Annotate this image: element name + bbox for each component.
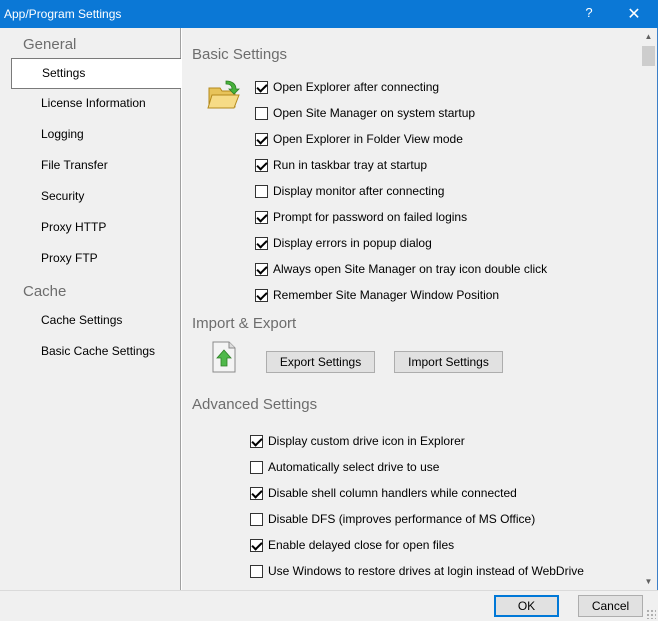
option-run-in-taskbar-tray[interactable]: Run in taskbar tray at startup (255, 157, 427, 173)
checkbox[interactable] (255, 106, 268, 120)
option-prompt-for-password[interactable]: Prompt for password on failed logins (255, 209, 467, 225)
sidebar-item-cache-settings[interactable]: Cache Settings (11, 306, 181, 337)
scroll-up-arrow-icon[interactable]: ▲ (640, 28, 657, 45)
option-label: Use Windows to restore drives at login i… (268, 564, 584, 578)
import-export-heading: Import & Export (192, 315, 297, 332)
export-settings-button[interactable]: Export Settings (266, 351, 375, 373)
resize-grip-icon[interactable] (646, 609, 656, 619)
sidebar-group-cache: Cache (23, 283, 67, 300)
sidebar-item-label: Proxy HTTP (41, 220, 107, 234)
sidebar-item-logging[interactable]: Logging (11, 120, 181, 151)
option-label: Display custom drive icon in Explorer (268, 434, 465, 448)
option-open-site-manager-on-tray-double-click[interactable]: Always open Site Manager on tray icon do… (255, 261, 547, 277)
sidebar-item-proxy-ftp[interactable]: Proxy FTP (11, 244, 181, 275)
export-file-icon (210, 341, 238, 373)
sidebar-item-security[interactable]: Security (11, 182, 181, 213)
option-label: Open Site Manager on system startup (273, 106, 476, 120)
sidebar-item-label: File Transfer (41, 158, 108, 172)
option-label: Display errors in popup dialog (273, 236, 432, 250)
checkbox[interactable] (255, 210, 268, 224)
option-label: Disable DFS (improves performance of MS … (268, 512, 536, 526)
import-settings-button[interactable]: Import Settings (394, 351, 503, 373)
option-label: Disable shell column handlers while conn… (268, 486, 517, 500)
checkbox[interactable] (255, 236, 268, 250)
sidebar: General Settings License Information Log… (0, 28, 181, 590)
option-display-monitor-after-connecting[interactable]: Display monitor after connecting (255, 183, 444, 199)
ok-button[interactable]: OK (494, 595, 559, 617)
option-remember-site-manager-position[interactable]: Remember Site Manager Window Position (255, 287, 499, 303)
option-label: Run in taskbar tray at startup (273, 158, 428, 172)
option-open-site-manager-on-startup[interactable]: Open Site Manager on system startup (255, 105, 475, 121)
option-label: Automatically select drive to use (268, 460, 440, 474)
sidebar-item-settings[interactable]: Settings (11, 58, 181, 89)
sidebar-group-general: General (23, 36, 77, 53)
cancel-button[interactable]: Cancel (578, 595, 643, 617)
option-display-custom-drive-icon[interactable]: Display custom drive icon in Explorer (250, 433, 465, 449)
settings-panel: Basic Settings Open Explorer after conne… (182, 28, 640, 590)
checkbox[interactable] (250, 538, 263, 552)
title-bar: App/Program Settings ? ✕ (0, 0, 658, 28)
option-display-errors-popup[interactable]: Display errors in popup dialog (255, 235, 432, 251)
checkbox[interactable] (255, 80, 268, 94)
checkbox[interactable] (250, 486, 263, 500)
checkbox[interactable] (250, 460, 263, 474)
dialog-footer: OK Cancel (0, 590, 658, 621)
option-disable-dfs[interactable]: Disable DFS (improves performance of MS … (250, 511, 535, 527)
checkbox[interactable] (255, 288, 268, 302)
vertical-scrollbar[interactable]: ▲ ▼ (640, 28, 657, 590)
checkbox[interactable] (255, 158, 268, 172)
checkbox[interactable] (255, 184, 268, 198)
sidebar-item-label: Proxy FTP (41, 251, 98, 265)
advanced-settings-heading: Advanced Settings (192, 396, 318, 413)
option-label: Open Explorer after connecting (273, 80, 440, 94)
sidebar-item-file-transfer[interactable]: File Transfer (11, 151, 181, 182)
option-disable-shell-column-handlers[interactable]: Disable shell column handlers while conn… (250, 485, 517, 501)
option-open-explorer-after-connecting[interactable]: Open Explorer after connecting (255, 79, 439, 95)
open-folder-icon (206, 78, 240, 112)
sidebar-item-proxy-http[interactable]: Proxy HTTP (11, 213, 181, 244)
sidebar-item-label: License Information (41, 96, 146, 110)
help-button[interactable]: ? (581, 5, 597, 23)
sidebar-item-label: Logging (41, 127, 84, 141)
checkbox[interactable] (250, 434, 263, 448)
sidebar-item-label: Basic Cache Settings (41, 344, 156, 358)
sidebar-item-basic-cache-settings[interactable]: Basic Cache Settings (11, 337, 181, 368)
sidebar-item-license-information[interactable]: License Information (11, 89, 181, 120)
scroll-down-arrow-icon[interactable]: ▼ (640, 573, 657, 590)
option-label: Enable delayed close for open files (268, 538, 455, 552)
sidebar-item-label: Security (41, 189, 85, 203)
option-label: Always open Site Manager on tray icon do… (273, 262, 548, 276)
option-enable-delayed-close[interactable]: Enable delayed close for open files (250, 537, 454, 553)
checkbox[interactable] (250, 512, 263, 526)
scroll-thumb[interactable] (642, 46, 655, 66)
sidebar-item-label: Cache Settings (41, 313, 123, 327)
option-label: Remember Site Manager Window Position (273, 288, 500, 302)
checkbox[interactable] (255, 262, 268, 276)
option-use-windows-restore-drives[interactable]: Use Windows to restore drives at login i… (250, 563, 584, 579)
basic-settings-heading: Basic Settings (192, 46, 288, 63)
window-title: App/Program Settings (4, 7, 122, 21)
option-label: Open Explorer in Folder View mode (273, 132, 463, 146)
sidebar-item-label: Settings (42, 66, 86, 80)
checkbox[interactable] (255, 132, 268, 146)
option-auto-select-drive[interactable]: Automatically select drive to use (250, 459, 439, 475)
close-button[interactable]: ✕ (622, 4, 646, 24)
checkbox[interactable] (250, 564, 263, 578)
option-label: Prompt for password on failed logins (273, 210, 468, 224)
option-open-explorer-folder-view[interactable]: Open Explorer in Folder View mode (255, 131, 463, 147)
option-label: Display monitor after connecting (273, 184, 445, 198)
